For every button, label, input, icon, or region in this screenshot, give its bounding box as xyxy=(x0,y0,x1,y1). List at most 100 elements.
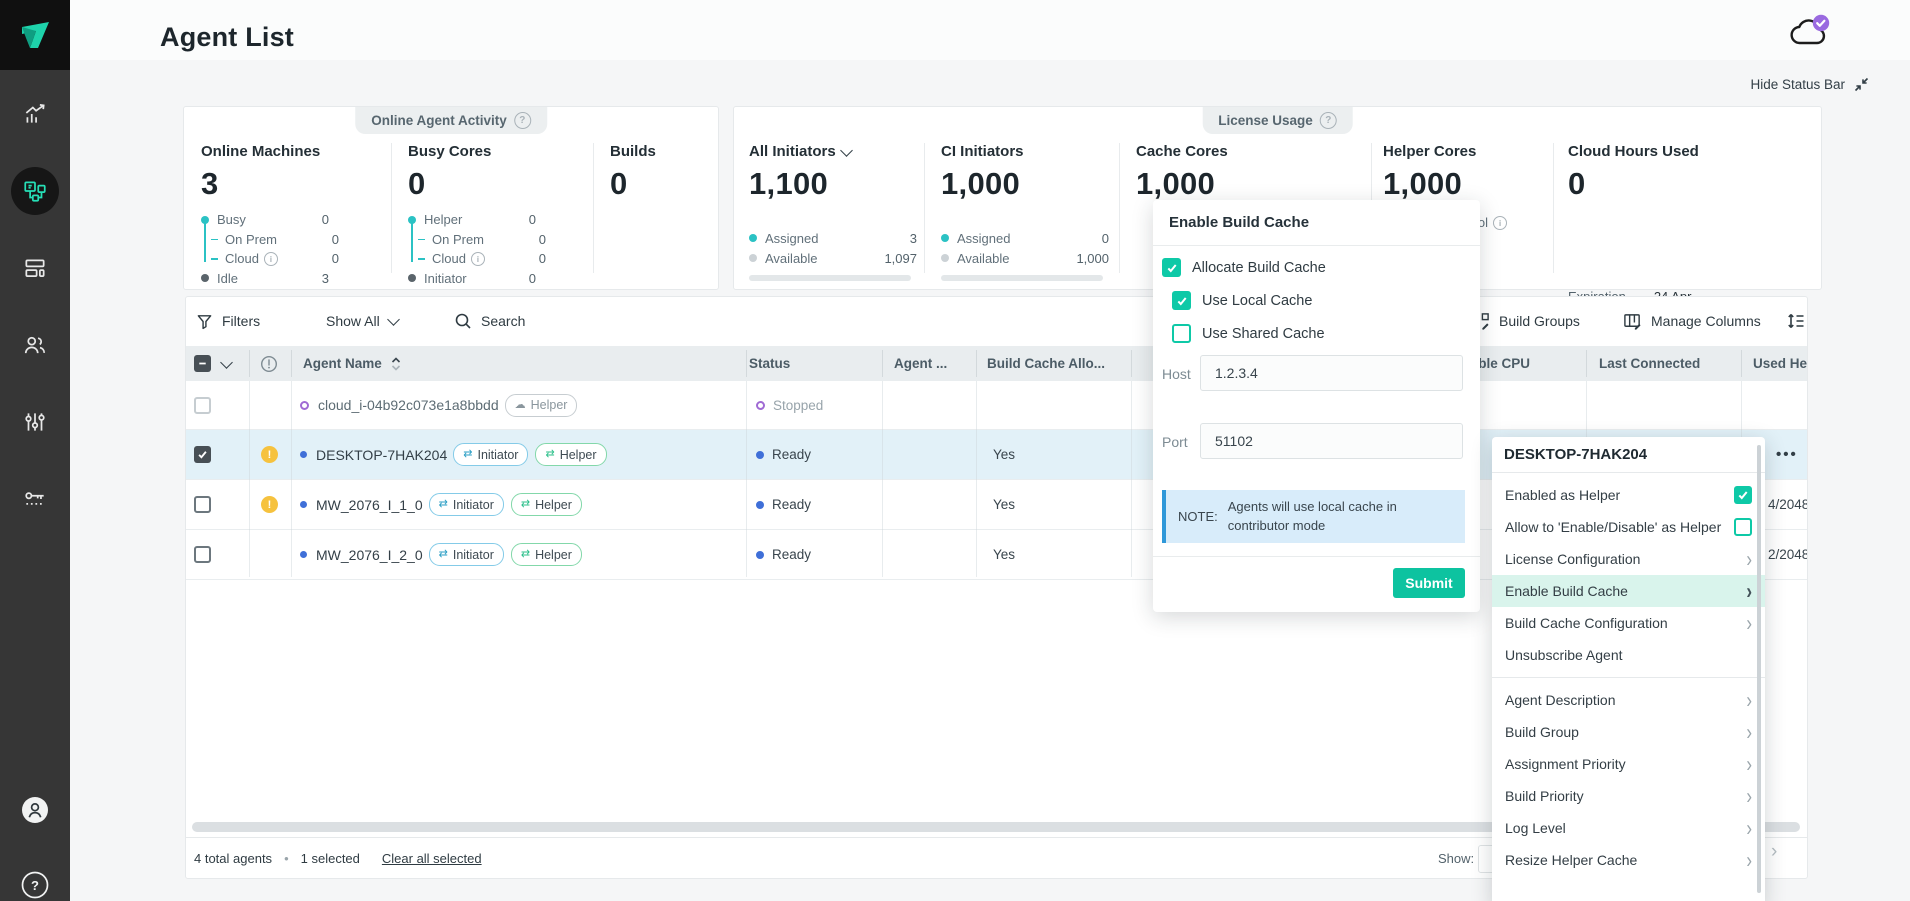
menu-item-resize-helper-cache[interactable]: Resize Helper Cache › xyxy=(1492,844,1765,876)
menu-item-agent-description[interactable]: Agent Description › xyxy=(1492,684,1765,716)
sidebar-item-builds[interactable] xyxy=(11,244,59,292)
help-button[interactable]: ? xyxy=(11,861,59,901)
info-icon[interactable]: i xyxy=(471,252,485,266)
account-button[interactable] xyxy=(11,786,59,834)
badge-label: Initiator xyxy=(453,548,494,562)
clear-all-selected-link[interactable]: Clear all selected xyxy=(382,851,482,866)
alerts-column-header[interactable] xyxy=(260,346,278,381)
info-icon[interactable]: i xyxy=(1493,216,1507,230)
search-button[interactable]: Search xyxy=(454,309,525,333)
build-cache-allocation: Yes xyxy=(993,447,1015,462)
layout-rows-icon xyxy=(22,255,48,281)
warning-icon[interactable]: ! xyxy=(261,496,278,513)
next-page-button[interactable]: › xyxy=(1771,841,1777,863)
port-input[interactable] xyxy=(1200,423,1463,459)
menu-item-label: Agent Description xyxy=(1505,692,1746,708)
stat-value: 0 xyxy=(1568,166,1699,202)
sidebar-item-analytics[interactable] xyxy=(11,90,59,138)
sort-icon xyxy=(390,356,402,372)
row-actions-kebab[interactable]: ••• xyxy=(1776,446,1798,463)
menu-item-allow-enable-disable[interactable]: Allow to 'Enable/Disable' as Helper xyxy=(1492,511,1765,543)
cloud-value: 0 xyxy=(332,251,339,266)
menu-item-label: Assignment Priority xyxy=(1505,756,1746,772)
onprem-value: 0 xyxy=(539,232,546,247)
checkbox-label: Use Shared Cache xyxy=(1202,326,1325,342)
stat-legend: Busy 0 On Prem 0 Cloud i 0 Idle 3 xyxy=(201,210,339,288)
used-helper-column-header[interactable]: Used He... xyxy=(1753,346,1808,381)
chevron-right-icon: › xyxy=(1746,580,1752,602)
menu-scrollbar[interactable] xyxy=(1757,445,1761,893)
divider xyxy=(593,143,594,273)
column-label: Agent ... xyxy=(894,356,947,371)
menu-item-build-group[interactable]: Build Group › xyxy=(1492,716,1765,748)
menu-item-build-priority[interactable]: Build Priority › xyxy=(1492,780,1765,812)
license-help-icon[interactable]: ? xyxy=(1320,112,1337,129)
table-row[interactable]: cloud_i-04b92c073e1a8bbdd ☁ Helper Stopp… xyxy=(186,381,1807,430)
incredibuild-logo[interactable] xyxy=(0,0,70,70)
menu-item-enabled-as-helper[interactable]: Enabled as Helper xyxy=(1492,479,1765,511)
use-shared-cache-checkbox[interactable]: Use Shared Cache xyxy=(1172,324,1325,343)
sidebar-item-license[interactable] xyxy=(11,475,59,523)
select-all-checkbox[interactable] xyxy=(194,346,211,381)
checkbox-unchecked-icon xyxy=(1734,518,1752,536)
stat-value: 1,100 xyxy=(749,166,917,202)
checkbox-label: Use Local Cache xyxy=(1202,293,1312,309)
initiator-label: Initiator xyxy=(424,271,467,286)
menu-item-label: Log Level xyxy=(1505,820,1746,836)
menu-item-build-cache-configuration[interactable]: Build Cache Configuration › xyxy=(1492,607,1765,639)
manage-columns-button[interactable]: Manage Columns xyxy=(1623,309,1761,333)
available-dot xyxy=(749,254,757,262)
cloud-status-button[interactable] xyxy=(1786,12,1834,52)
all-initiators-dropdown[interactable]: All Initiators xyxy=(749,143,917,160)
info-icon[interactable]: i xyxy=(264,252,278,266)
menu-item-unsubscribe-agent[interactable]: Unsubscribe Agent xyxy=(1492,639,1765,671)
sidebar-item-settings[interactable] xyxy=(11,398,59,446)
row-checkbox[interactable] xyxy=(194,397,211,414)
row-checkbox[interactable] xyxy=(194,496,211,513)
enable-build-cache-dialog: Enable Build Cache Allocate Build Cache … xyxy=(1153,200,1480,612)
menu-item-label: Build Priority xyxy=(1505,788,1746,804)
row-checkbox[interactable] xyxy=(194,546,211,563)
allocate-build-cache-checkbox[interactable]: Allocate Build Cache xyxy=(1162,258,1326,277)
agent-list-page: ? Agent List Hide Status Bar Online Agen… xyxy=(0,0,1910,901)
last-connected-column-header[interactable]: Last Connected xyxy=(1599,346,1700,381)
select-all-chevron[interactable] xyxy=(222,346,231,381)
badge-label: Initiator xyxy=(453,498,494,512)
cache-cores-stat: Cache Cores 1,000 xyxy=(1136,143,1228,202)
status-label: Ready xyxy=(772,547,811,562)
sidebar-item-agents[interactable] xyxy=(11,167,59,215)
busy-value: 0 xyxy=(322,212,329,227)
checkbox-checked-icon xyxy=(1172,291,1191,310)
assigned-dot xyxy=(749,234,757,242)
host-input[interactable] xyxy=(1200,355,1463,391)
submit-button[interactable]: Submit xyxy=(1393,568,1465,598)
warning-icon[interactable]: ! xyxy=(261,446,278,463)
row-height-button[interactable] xyxy=(1786,309,1806,333)
status-dot xyxy=(756,501,764,509)
agent-name: cloud_i-04b92c073e1a8bbdd xyxy=(318,397,499,413)
filters-button[interactable]: Filters xyxy=(196,309,260,333)
menu-item-log-level[interactable]: Log Level › xyxy=(1492,812,1765,844)
build-groups-button[interactable]: Build Groups xyxy=(1471,309,1580,333)
agent-name-column-header[interactable]: Agent Name xyxy=(303,346,402,381)
menu-item-license-configuration[interactable]: License Configuration › xyxy=(1492,543,1765,575)
header-band xyxy=(70,0,1910,60)
row-checkbox[interactable] xyxy=(194,446,211,463)
menu-item-assignment-priority[interactable]: Assignment Priority › xyxy=(1492,748,1765,780)
busy-label: Busy xyxy=(217,212,246,227)
initiator-icon: ⇄ xyxy=(463,449,472,460)
stat-legend: Helper 0 On Prem 0 Cloud i 0 Initiator 0 xyxy=(408,210,546,288)
show-all-dropdown[interactable]: Show All xyxy=(326,309,398,333)
build-cache-column-header[interactable]: Build Cache Allo... xyxy=(987,346,1105,381)
agent-column-header[interactable]: Agent ... xyxy=(894,346,947,381)
initiator-badge: ⇄ Initiator xyxy=(429,493,504,516)
checkbox-label: Allocate Build Cache xyxy=(1192,260,1326,276)
use-local-cache-checkbox[interactable]: Use Local Cache xyxy=(1172,291,1312,310)
menu-item-enable-build-cache[interactable]: Enable Build Cache › xyxy=(1492,575,1765,607)
usage-progress-bar xyxy=(749,275,911,281)
sidebar-item-users[interactable] xyxy=(11,321,59,369)
activity-help-icon[interactable]: ? xyxy=(514,112,531,129)
hide-status-bar-button[interactable]: Hide Status Bar xyxy=(1700,74,1870,94)
status-column-header[interactable]: Status xyxy=(749,346,790,381)
all-initiators-stat: All Initiators 1,100 Assigned 3 Availabl… xyxy=(749,143,917,281)
